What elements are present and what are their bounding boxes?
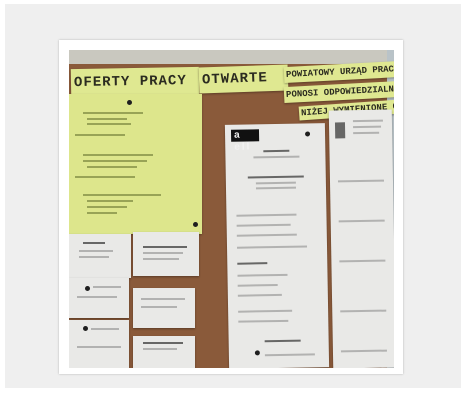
wall-strip bbox=[69, 50, 394, 64]
text-line bbox=[83, 160, 147, 162]
text-line bbox=[87, 166, 137, 168]
sign-otwarte: OTWARTE bbox=[198, 64, 289, 94]
notice-right bbox=[328, 109, 394, 368]
notice-small-4 bbox=[133, 288, 195, 328]
pin bbox=[254, 350, 260, 356]
yellow-job-list bbox=[69, 94, 202, 234]
notice-small-5 bbox=[69, 320, 129, 368]
text-line bbox=[87, 206, 127, 208]
pin bbox=[305, 131, 311, 137]
notice-tall: a ell bbox=[224, 123, 330, 368]
logo-text: a ell bbox=[233, 129, 252, 153]
notice-small-2 bbox=[133, 232, 199, 276]
pin bbox=[193, 222, 198, 227]
text-line bbox=[83, 194, 161, 196]
pin bbox=[127, 100, 132, 105]
sign-oferty-pracy: OFERTY PRACY bbox=[70, 66, 200, 98]
logo-badge: a ell bbox=[230, 129, 260, 153]
text-line bbox=[87, 200, 133, 202]
text-line bbox=[75, 134, 125, 136]
text-line bbox=[75, 176, 135, 178]
notice-small-1 bbox=[69, 234, 131, 278]
text-line bbox=[83, 112, 143, 114]
notice-small-6 bbox=[133, 336, 195, 368]
text-line bbox=[83, 154, 153, 156]
text-line bbox=[87, 118, 127, 120]
notice-small-3 bbox=[69, 278, 129, 318]
notice-board-photo: OFERTY PRACY OTWARTE POWIATOWY URZĄD PRA… bbox=[69, 50, 394, 368]
text-line bbox=[87, 123, 131, 125]
text-line bbox=[87, 212, 117, 214]
